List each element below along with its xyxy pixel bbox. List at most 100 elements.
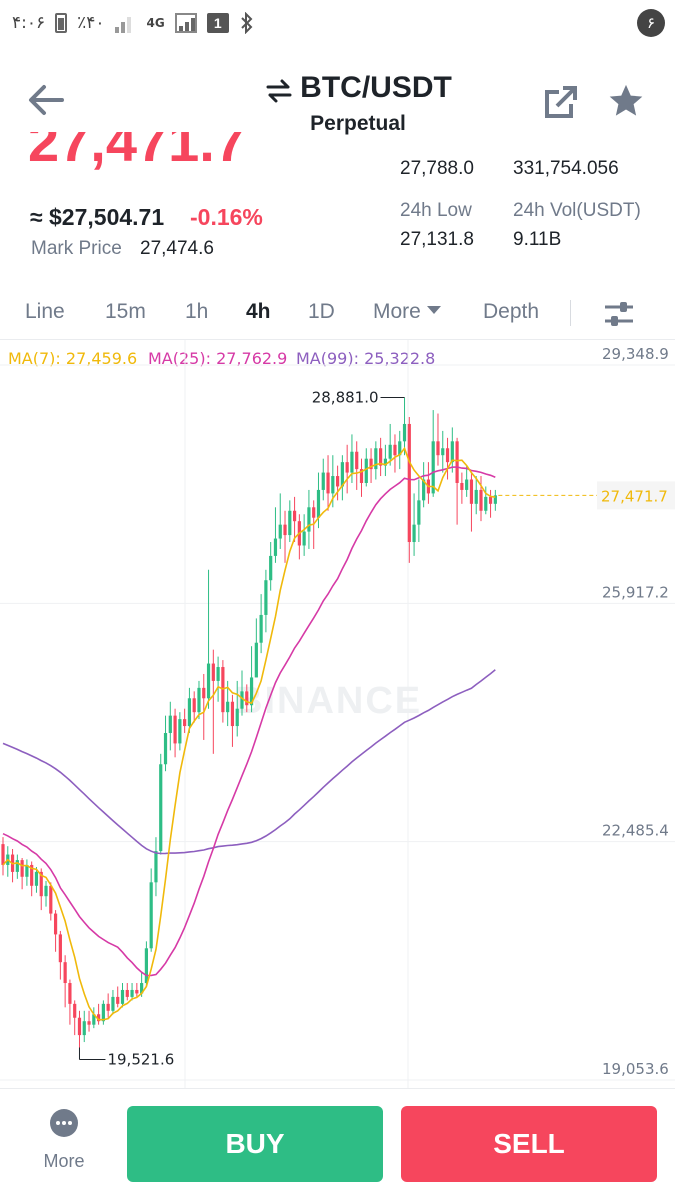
y-tick-label: 29,348.9: [602, 345, 669, 363]
mark-price-value: 27,474.6: [140, 238, 214, 259]
tab-4h[interactable]: 4h: [246, 300, 271, 324]
swap-icon[interactable]: [264, 76, 294, 106]
candle-body: [101, 1003, 105, 1022]
candle-body: [163, 733, 168, 765]
candle-body: [168, 715, 172, 734]
high-value: 27,788.0: [400, 158, 474, 179]
candle-body: [125, 989, 129, 997]
candle-body: [116, 996, 120, 1004]
candle-body: [307, 507, 311, 532]
battery-level: ٪۴۰: [77, 13, 105, 33]
share-button[interactable]: [543, 84, 579, 120]
more-dots-icon: [50, 1109, 78, 1137]
tab-1h[interactable]: 1h: [185, 300, 208, 324]
candle-body: [484, 496, 488, 511]
pair-title[interactable]: BTC/USDT Perpetual: [238, 70, 478, 136]
pair-name: BTC/USDT: [300, 71, 452, 104]
favorite-button[interactable]: [607, 82, 645, 120]
ma25-line: [2, 466, 496, 977]
tab-more[interactable]: More: [373, 300, 441, 324]
mark-price-label: Mark Price: [31, 238, 122, 259]
vol-btc-value: 331,754.056: [513, 158, 619, 179]
candle-body: [135, 989, 139, 994]
candle-body: [417, 500, 421, 525]
candle-body: [73, 1003, 77, 1018]
usd-price: ≈ $27,504.71: [30, 204, 165, 230]
candle-body: [87, 1021, 91, 1025]
tab-depth[interactable]: Depth: [483, 300, 539, 324]
candle-body: [269, 555, 273, 581]
star-icon: [609, 84, 643, 116]
more-button[interactable]: More: [30, 1109, 98, 1179]
candle-body: [393, 444, 397, 456]
candle-body: [402, 423, 407, 442]
tab-1d[interactable]: 1D: [308, 300, 335, 324]
tab-divider: [570, 300, 571, 326]
share-icon: [545, 86, 577, 118]
sell-button[interactable]: SELL: [401, 1106, 657, 1182]
candle-body: [82, 1021, 86, 1036]
candle-body: [355, 451, 359, 470]
candle-body: [149, 882, 153, 949]
candle-body: [441, 448, 445, 456]
ma7-line: [2, 446, 496, 1021]
candle-body: [211, 663, 215, 681]
y-tick-label: 22,485.4: [602, 822, 669, 840]
tab-line[interactable]: Line: [25, 300, 65, 324]
candle-body: [302, 531, 306, 546]
candle-body: [326, 472, 330, 494]
candle-body: [312, 507, 316, 518]
network-type: 4G: [146, 16, 165, 30]
candle-body: [192, 698, 196, 713]
low-marker-label: 19,521.6: [107, 1050, 174, 1068]
price-block: 27,471.7 ≈ $27,504.71 -0.16% Mark Price …: [0, 132, 675, 266]
candle-body: [235, 708, 239, 727]
candle-body: [197, 687, 201, 713]
candle-body: [469, 479, 474, 504]
candle-body: [445, 448, 450, 463]
candle-body: [474, 489, 478, 504]
candle-body: [374, 448, 378, 470]
candle-body: [154, 851, 158, 883]
candle-body: [63, 962, 67, 984]
arrow-left-icon: [29, 85, 64, 115]
candle-body: [159, 764, 163, 852]
candle-body: [455, 441, 459, 483]
candle-body: [412, 524, 416, 543]
interval-tabs: Line 15m 1h 4h 1D More Depth: [0, 290, 675, 340]
candle-body: [106, 1003, 110, 1011]
bluetooth-icon: [241, 12, 253, 34]
candle-body: [264, 580, 268, 615]
candle-body: [183, 719, 187, 727]
low-value: 27,131.8: [400, 229, 474, 250]
candle-body: [436, 441, 440, 456]
chart-settings-button[interactable]: [603, 298, 635, 330]
candle-body: [173, 715, 177, 744]
candle-body: [44, 885, 48, 897]
candle-body: [53, 913, 58, 935]
candle-body: [254, 642, 258, 678]
current-price-label: 27,471.7: [601, 487, 668, 505]
candle-body: [273, 538, 278, 556]
candle-body: [49, 885, 53, 914]
candle-body: [465, 479, 469, 490]
candle-body: [321, 472, 325, 490]
candle-body: [20, 860, 24, 877]
low-label: 24h Low: [400, 200, 472, 221]
candle-body: [206, 663, 211, 699]
candlestick-chart[interactable]: 28,881.0 19,521.6 27,471.7 29,348.9 25,917.2…: [0, 340, 675, 1088]
tab-15m[interactable]: 15m: [105, 300, 146, 324]
candle-body: [283, 524, 287, 536]
candle-body: [259, 614, 263, 643]
back-button[interactable]: [26, 82, 66, 118]
candle-body: [58, 934, 62, 963]
status-time: ۴:۰۶: [12, 13, 46, 33]
candle-body: [316, 489, 321, 518]
sim-icon: 1: [206, 13, 229, 33]
candle-body: [120, 989, 125, 1004]
notification-badge: ۶: [637, 9, 665, 37]
candle-body: [431, 441, 435, 494]
candle-body: [68, 983, 72, 1004]
last-price: 27,471.7: [28, 132, 246, 173]
buy-button[interactable]: BUY: [127, 1106, 383, 1182]
